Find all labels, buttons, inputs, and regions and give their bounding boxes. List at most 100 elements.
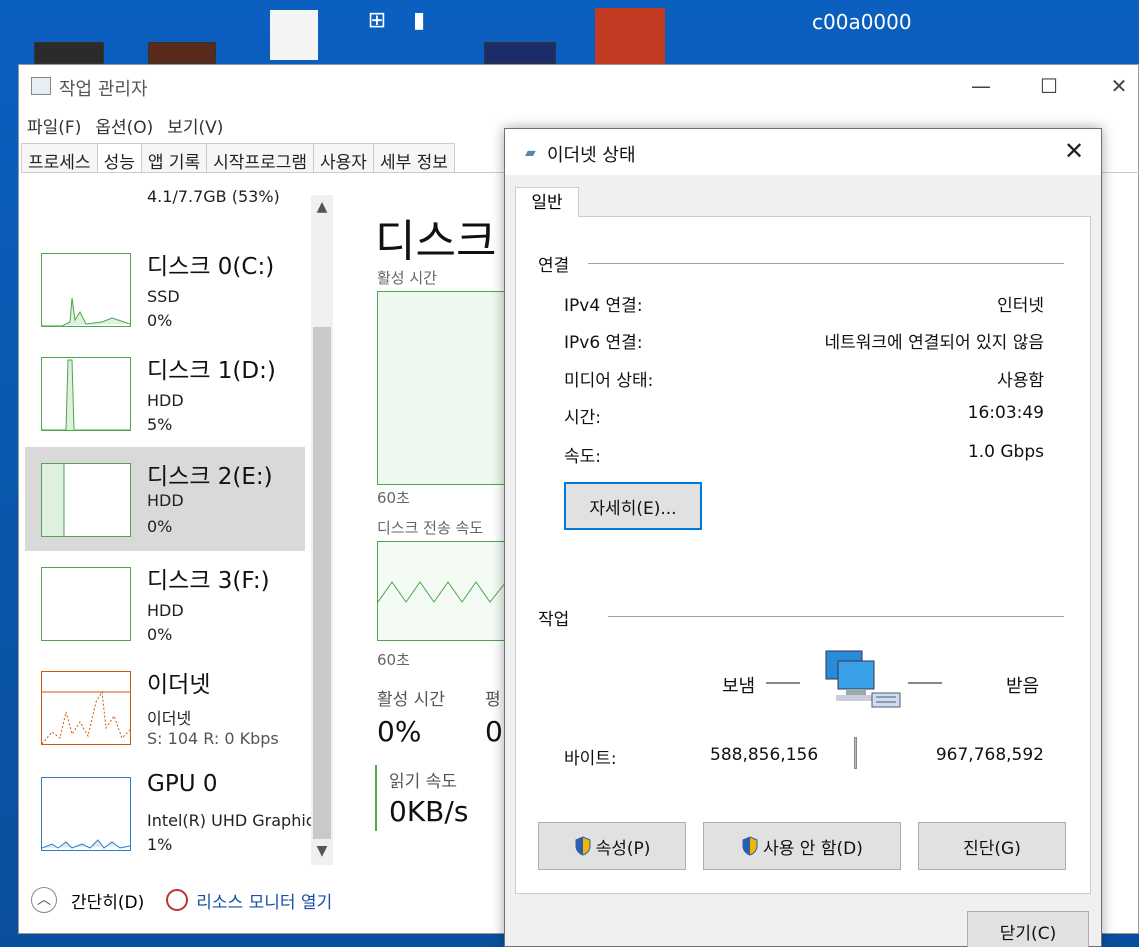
dialog-title: 이더넷 상태: [547, 145, 636, 166]
sidebar-item-name: 이더넷: [147, 672, 211, 698]
resource-monitor-icon: [166, 889, 189, 911]
ethernet-graph: [41, 671, 131, 745]
sidebar-scrollbar[interactable]: ▲ ▼: [311, 195, 333, 865]
close-button[interactable]: 닫기(C): [967, 911, 1089, 947]
network-adapter-icon: ▰: [525, 145, 536, 161]
sidebar-item-ethernet[interactable]: 이더넷 이더넷 S: 104 R: 0 Kbps: [25, 665, 305, 769]
sidebar-item-val: 0%: [147, 311, 173, 330]
average-stat-label: 평: [485, 690, 501, 710]
sidebar-item-val: S: 104 R: 0 Kbps: [147, 729, 279, 748]
sidebar-item-disk-2[interactable]: 디스크 2(E:) HDD 0%: [25, 447, 305, 551]
tab-details[interactable]: 세부 정보: [372, 143, 455, 173]
signal-icon: ▮: [412, 8, 426, 33]
uac-shield-icon: [742, 836, 758, 856]
connection-group-title: 연결: [538, 256, 570, 276]
window-thumbnail[interactable]: [484, 42, 556, 64]
disable-button[interactable]: 사용 안 함(D): [703, 822, 901, 870]
sidebar-item-name: 디스크 1(D:): [147, 358, 276, 384]
transfer-chart: [377, 541, 507, 641]
tab-app-history[interactable]: 앱 기록: [140, 143, 208, 173]
sidebar-item-disk-1[interactable]: 디스크 1(D:) HDD 5%: [25, 351, 305, 455]
disk-3-graph: [41, 567, 131, 641]
scroll-down-icon[interactable]: ▼: [311, 843, 333, 863]
read-speed-label: 읽기 속도: [389, 772, 457, 792]
active-time-stat-label: 활성 시간: [377, 690, 445, 710]
active-time-chart: [377, 291, 507, 485]
active-time-value: 0%: [377, 715, 422, 748]
properties-button-label: 속성(P): [595, 838, 651, 859]
properties-button[interactable]: 속성(P): [538, 822, 686, 870]
tab-general[interactable]: 일반: [515, 187, 579, 217]
tab-users[interactable]: 사용자: [313, 143, 374, 173]
group-divider: [588, 263, 1064, 264]
media-state-label: 미디어 상태:: [564, 371, 654, 391]
received-dash: [908, 682, 942, 684]
sidebar-item-name: 디스크 2(E:): [147, 464, 273, 490]
sidebar-item-sub: HDD: [147, 601, 184, 620]
time-span-label: 60초: [377, 489, 410, 507]
ipv4-label: IPv4 연결:: [564, 296, 643, 316]
desktop-shortcut-icon[interactable]: ⊞: [362, 6, 392, 36]
task-manager-footer: ︿ 간단히(D) 리소스 모니터 열기: [31, 885, 332, 915]
title-bar: 작업 관리자 — ☐ ✕: [19, 65, 1138, 107]
read-speed-value: 0KB/s: [389, 795, 469, 828]
document-icon[interactable]: [270, 10, 318, 60]
ethernet-status-dialog: ▰ 이더넷 상태 ✕ 일반 연결 IPv4 연결: 인터넷 IPv6 연결: 네…: [504, 128, 1102, 947]
scroll-thumb[interactable]: [313, 327, 331, 839]
sidebar-item-sub: HDD: [147, 491, 184, 510]
tab-startup[interactable]: 시작프로그램: [206, 143, 315, 173]
menu-view[interactable]: 보기(V): [167, 113, 223, 139]
chevron-up-icon[interactable]: ︿: [31, 887, 57, 913]
media-state-value: 사용함: [997, 371, 1044, 391]
task-manager-icon: [31, 77, 51, 95]
bytes-label: 바이트:: [564, 749, 617, 769]
group-divider: [608, 616, 1064, 617]
general-panel: 연결 IPv4 연결: 인터넷 IPv6 연결: 네트워크에 연결되어 있지 않…: [515, 216, 1091, 894]
close-button[interactable]: ✕: [1099, 73, 1139, 99]
menu-options[interactable]: 옵션(O): [95, 113, 153, 139]
maximize-button[interactable]: ☐: [1029, 73, 1069, 99]
diagnose-button[interactable]: 진단(G): [918, 822, 1066, 870]
active-time-chart-label: 활성 시간: [377, 269, 437, 287]
sidebar-item-val: 0%: [147, 625, 173, 644]
disk-1-graph: [41, 357, 131, 431]
sidebar-item-disk-0[interactable]: 디스크 0(C:) SSD 0%: [25, 247, 305, 351]
sidebar-item-val: 5%: [147, 415, 173, 434]
ipv6-value: 네트워크에 연결되어 있지 않음: [824, 333, 1044, 353]
time-span-label: 60초: [377, 651, 410, 669]
activity-group-title: 작업: [538, 610, 570, 630]
minimize-button[interactable]: —: [961, 73, 1001, 99]
window-title: 작업 관리자: [59, 79, 148, 100]
sidebar-item-name: 디스크 3(F:): [147, 568, 270, 594]
sidebar-item-gpu[interactable]: GPU 0 Intel(R) UHD Graphic 1%: [25, 771, 311, 865]
sidebar-item-sub: SSD: [147, 287, 180, 306]
sidebar-item-name: GPU 0: [147, 771, 218, 797]
sidebar-item-val: 1%: [147, 835, 173, 854]
window-thumbnail[interactable]: [148, 42, 216, 64]
details-button[interactable]: 자세히(E)...: [564, 482, 702, 530]
dialog-title-bar: ▰ 이더넷 상태 ✕: [505, 129, 1101, 175]
tab-performance[interactable]: 성능: [96, 143, 142, 173]
collapse-link[interactable]: 간단히(D): [71, 888, 144, 913]
sidebar-item-sub: 이더넷: [147, 709, 192, 728]
window-thumbnail[interactable]: [34, 42, 104, 64]
sidebar-item-disk-3[interactable]: 디스크 3(F:) HDD 0%: [25, 561, 305, 665]
sidebar-item-memory[interactable]: 4.1/7.7GB (53%): [25, 185, 305, 206]
tab-processes[interactable]: 프로세스: [21, 143, 98, 173]
disk-0-graph: [41, 253, 131, 327]
transfer-chart-label: 디스크 전송 속도: [377, 519, 484, 537]
close-icon[interactable]: ✕: [1059, 137, 1089, 165]
received-label: 받음: [1006, 676, 1040, 697]
menu-file[interactable]: 파일(F): [27, 113, 81, 139]
filezilla-icon[interactable]: [595, 8, 665, 64]
sidebar-item-sub: Intel(R) UHD Graphic: [147, 811, 311, 830]
bytes-received-value: 967,768,592: [935, 745, 1044, 765]
scroll-up-icon[interactable]: ▲: [311, 199, 333, 219]
sidebar-item-name: 디스크 0(C:): [147, 254, 275, 280]
uac-shield-icon: [575, 836, 591, 856]
resource-monitor-link[interactable]: 리소스 모니터 열기: [196, 888, 332, 913]
ipv6-label: IPv6 연결:: [564, 333, 643, 353]
desktop-label: c00a0000: [812, 10, 912, 34]
speed-value: 1.0 Gbps: [967, 442, 1044, 462]
sidebar-item-sub: 4.1/7.7GB (53%): [147, 187, 280, 206]
